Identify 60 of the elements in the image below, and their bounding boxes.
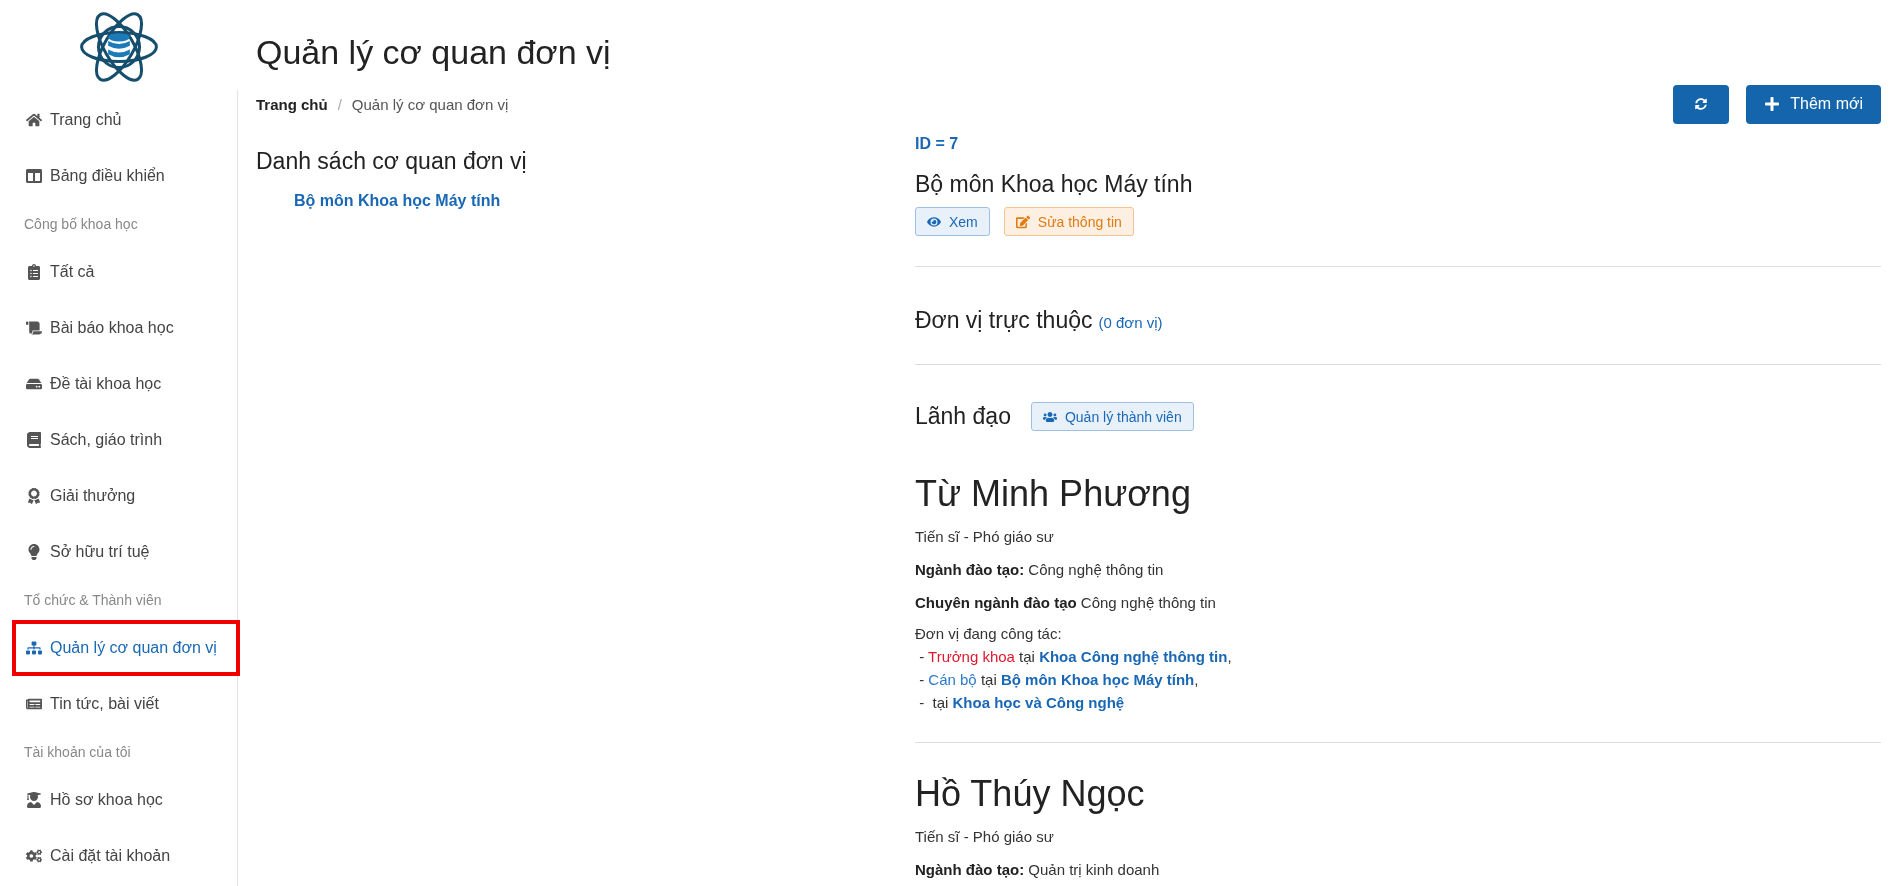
manage-members-button[interactable]: Quản lý thành viên: [1030, 402, 1194, 431]
workplaces-heading: Đơn vị đang công tác:: [915, 624, 1063, 644]
sidebar-item[interactable]: Đề tài khoa học: [12, 356, 240, 412]
person-degree: Tiến sĩ - Phó giáo sư: [915, 827, 1055, 847]
unit-link[interactable]: Khoa Công nghệ thông tin: [1039, 648, 1228, 665]
sidebar-item[interactable]: Trang chủ: [12, 92, 240, 148]
unit-tree-item[interactable]: Bộ môn Khoa học Máy tính: [294, 192, 501, 210]
scroll-icon: [26, 320, 42, 336]
sidebar-item[interactable]: Sách, giáo trình: [12, 412, 240, 468]
sidebar-section-label: Tổ chức & Thành viên: [23, 591, 163, 610]
section-title: Lãnh đạo: [915, 403, 1011, 430]
lightbulb-icon: [26, 544, 42, 560]
sidebar-item[interactable]: Cài đặt tài khoản: [12, 828, 240, 884]
refresh-button[interactable]: [1673, 84, 1730, 124]
unit-id: ID = 7: [915, 135, 960, 154]
users-icon: [1042, 409, 1057, 424]
graduate-icon: [26, 792, 42, 808]
sidebar-item[interactable]: Bảng điều khiển: [12, 148, 240, 204]
gears-icon: [26, 848, 42, 864]
clipboard-icon: [26, 264, 42, 280]
section-title: Danh sách cơ quan đơn vị: [256, 148, 528, 175]
page-title: Quản lý cơ quan đơn vị: [256, 33, 612, 73]
sidebar-item[interactable]: Tất cả: [12, 244, 240, 300]
person-field: Ngành đào tạo: Quản trị kinh doanh: [915, 859, 1881, 881]
person-name: Hồ Thúy Ngọc: [915, 773, 1146, 815]
plus-icon: [1764, 96, 1781, 112]
view-button[interactable]: Xem: [915, 207, 990, 236]
refresh-icon: [1695, 98, 1708, 110]
sidebar-item[interactable]: Quản lý cơ quan đơn vị: [12, 620, 240, 676]
sitemap-icon: [26, 640, 42, 656]
sidebar-item[interactable]: Tin tức, bài viết: [12, 676, 240, 732]
sidebar-item[interactable]: Bài báo khoa học: [12, 300, 240, 356]
sidebar-section-label: Công bố khoa học: [23, 215, 139, 234]
award-icon: [26, 488, 42, 504]
drive-icon: [26, 376, 42, 392]
person-field: Ngành đào tạo: Công nghệ thông tin: [915, 559, 1881, 581]
workplace-line: - Trưởng khoa tại Khoa Công nghệ thông tin,: [918, 647, 1233, 667]
person-name: Từ Minh Phương: [915, 473, 1192, 515]
home-icon: [26, 112, 42, 128]
eye-icon: [927, 214, 941, 229]
add-button[interactable]: Thêm mới: [1746, 84, 1881, 124]
columns-icon: [26, 168, 42, 184]
subunit-count[interactable]: (0 đơn vị): [1098, 314, 1163, 331]
breadcrumb-item[interactable]: Trang chủ: [256, 95, 328, 113]
workplace-line: - Cán bộ tại Bộ môn Khoa học Máy tính,: [918, 670, 1200, 690]
person-field: Chuyên ngành đào tạo Công nghệ thông tin: [915, 592, 1881, 614]
book-icon: [26, 432, 42, 448]
edit-icon: [1015, 214, 1030, 229]
workplace-line: - tại Khoa học và Công nghệ: [918, 693, 1126, 713]
sidebar-section-label: Tài khoản của tôi: [23, 743, 132, 762]
section-title: Đơn vị trực thuộc: [915, 307, 1093, 334]
unit-name: Bộ môn Khoa học Máy tính: [915, 171, 1194, 198]
breadcrumb-item[interactable]: Quản lý cơ quan đơn vị: [351, 95, 509, 113]
newspaper-icon: [26, 696, 42, 712]
person-degree: Tiến sĩ - Phó giáo sư: [915, 527, 1055, 547]
sidebar-item[interactable]: Sở hữu trí tuệ: [12, 524, 240, 580]
breadcrumb-separator: /: [337, 95, 342, 113]
sidebar-item[interactable]: Hồ sơ khoa học: [12, 772, 240, 828]
sidebar-item[interactable]: Giải thưởng: [12, 468, 240, 524]
unit-link[interactable]: Khoa học và Công nghệ: [952, 694, 1125, 711]
